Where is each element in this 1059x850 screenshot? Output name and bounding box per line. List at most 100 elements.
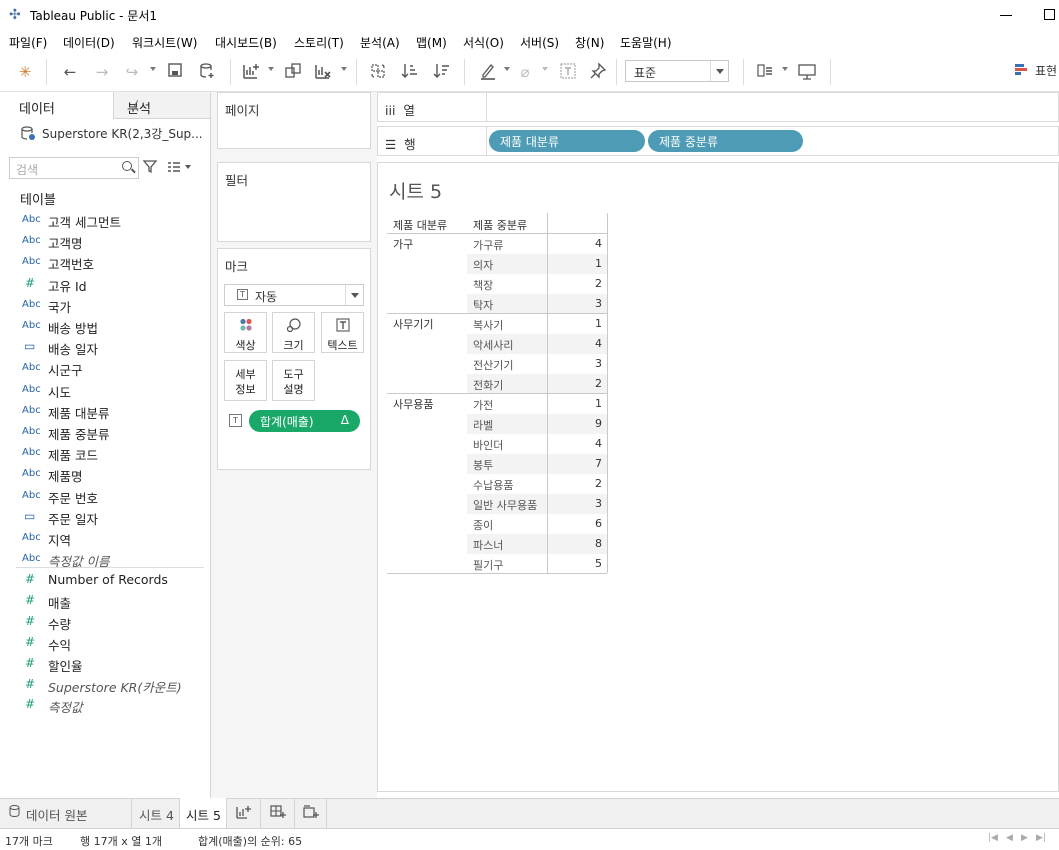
collapse-icon[interactable]: 〈 <box>127 97 204 114</box>
rows-pill-category[interactable]: 제품 대분류 <box>489 130 645 152</box>
menu-map[interactable]: 맵(M) <box>416 34 447 51</box>
group-members-icon[interactable]: ⌀ <box>515 62 535 82</box>
minimize-button[interactable] <box>998 6 1014 22</box>
table-row[interactable]: 라벨 9 <box>467 414 607 434</box>
table-row[interactable]: 의자 1 <box>467 254 607 274</box>
sum-sales-pill[interactable]: 합계(매출) Δ <box>249 410 360 432</box>
dimension-field[interactable]: # 고유 Id <box>20 274 205 294</box>
dimension-field[interactable]: ▭ 배송 일자 <box>20 337 205 357</box>
sort-descending-icon[interactable] <box>432 62 452 82</box>
next-page-icon[interactable]: ▶ <box>1021 833 1028 843</box>
first-page-icon[interactable]: |◀ <box>988 833 998 843</box>
view-options-icon[interactable] <box>166 160 191 176</box>
search-input[interactable]: 검색 <box>9 157 139 179</box>
presentation-icon[interactable] <box>755 62 777 82</box>
menu-server[interactable]: 서버(S) <box>520 34 559 51</box>
measure-field[interactable]: # 할인율 <box>20 654 205 674</box>
dimension-field[interactable]: Abc 제품 코드 <box>20 443 205 463</box>
table-row[interactable]: 가전 1 <box>467 394 607 414</box>
table-row[interactable]: 종이 6 <box>467 514 607 534</box>
undo-icon[interactable]: ← <box>60 62 80 82</box>
table-row[interactable]: 탁자 3 <box>467 294 607 314</box>
fit-dropdown[interactable]: 표준 <box>625 60 729 82</box>
measure-field[interactable]: # 수익 <box>20 633 205 653</box>
show-me-label[interactable]: 표현 <box>1035 62 1057 79</box>
dimension-field[interactable]: Abc 지역 <box>20 528 205 548</box>
pages-card[interactable]: 페이지 <box>217 92 371 149</box>
dimension-field[interactable]: Abc 시군구 <box>20 358 205 378</box>
table-row[interactable]: 수납용품 2 <box>467 474 607 494</box>
menu-help[interactable]: 도움말(H) <box>620 34 672 51</box>
swap-rows-columns-icon[interactable] <box>368 62 388 82</box>
dimension-field[interactable]: ▭ 주문 일자 <box>20 507 205 527</box>
dimension-field[interactable]: Abc 시도 <box>20 380 205 400</box>
measure-field[interactable]: # Number of Records <box>20 570 205 590</box>
table-row[interactable]: 전산기기 3 <box>467 354 607 374</box>
clear-sheet-icon[interactable] <box>312 62 334 82</box>
mark-type-dropdown[interactable]: T 자동 <box>224 284 364 306</box>
save-icon[interactable] <box>165 62 185 82</box>
tab-sheet-5[interactable]: 시트 5 <box>180 798 227 828</box>
datasource-name[interactable]: Superstore KR(2,3강_Sup... <box>42 125 203 142</box>
table-row[interactable]: 전화기 2 <box>467 374 607 394</box>
prev-page-icon[interactable]: ◀ <box>1006 833 1013 843</box>
tab-sheet-4[interactable]: 시트 4 <box>132 798 180 828</box>
columns-shelf[interactable]: iii 열 <box>377 92 1059 122</box>
table-row[interactable]: 바인더 4 <box>467 434 607 454</box>
color-button[interactable]: 색상 <box>224 312 267 353</box>
table-row[interactable]: 필기구 5 <box>467 554 607 574</box>
menu-analysis[interactable]: 분석(A) <box>360 34 400 51</box>
menu-data[interactable]: 데이터(D) <box>63 34 115 51</box>
dimension-field[interactable]: Abc 고객명 <box>20 231 205 251</box>
show-mark-labels-icon[interactable] <box>558 62 578 82</box>
measure-field[interactable]: # 수량 <box>20 612 205 632</box>
redo-icon[interactable]: → <box>92 62 112 82</box>
show-me-icon[interactable] <box>1014 62 1028 82</box>
menu-story[interactable]: 스토리(T) <box>294 34 344 51</box>
tooltip-button[interactable]: 도구 설명 <box>272 360 315 401</box>
size-button[interactable]: 크기 <box>272 312 315 353</box>
tab-analysis[interactable]: 분석 〈 <box>113 92 210 119</box>
dimension-field[interactable]: Abc 제품 대분류 <box>20 401 205 421</box>
dimension-field[interactable]: Abc 고객번호 <box>20 252 205 272</box>
tab-datasource[interactable]: 데이터 원본 <box>0 798 132 828</box>
dimension-field[interactable]: Abc 제품명 <box>20 464 205 484</box>
tableau-home-icon[interactable]: ✳ <box>15 62 35 82</box>
detail-button[interactable]: 세부 정보 <box>224 360 267 401</box>
sort-ascending-icon[interactable] <box>400 62 420 82</box>
new-worksheet-icon[interactable] <box>240 62 262 82</box>
dimension-field[interactable]: Abc 제품 중분류 <box>20 422 205 442</box>
table-row[interactable]: 복사기 1 <box>467 314 607 334</box>
rows-pill-subcategory[interactable]: 제품 중분류 <box>648 130 803 152</box>
presentation-mode-icon[interactable] <box>796 62 818 82</box>
tab-data[interactable]: 데이터 <box>0 92 113 119</box>
measure-field[interactable]: # 매출 <box>20 591 205 611</box>
dimension-field[interactable]: Abc 고객 세그먼트 <box>20 210 205 230</box>
measure-field[interactable]: # 측정값 <box>20 695 205 715</box>
menu-format[interactable]: 서식(O) <box>463 34 504 51</box>
filter-icon[interactable] <box>142 158 158 176</box>
new-worksheet-tab[interactable] <box>227 798 261 828</box>
filters-card[interactable]: 필터 <box>217 162 371 242</box>
text-button[interactable]: 텍스트 <box>321 312 364 353</box>
menu-window[interactable]: 창(N) <box>575 34 604 51</box>
menu-file[interactable]: 파일(F) <box>9 34 47 51</box>
dimension-field[interactable]: Abc 주문 번호 <box>20 486 205 506</box>
table-row[interactable]: 가구류 4 <box>467 234 607 254</box>
menu-dashboard[interactable]: 대시보드(B) <box>215 34 277 51</box>
new-dashboard-tab[interactable] <box>261 798 295 828</box>
table-row[interactable]: 책장 2 <box>467 274 607 294</box>
new-story-tab[interactable] <box>295 798 327 828</box>
dimension-field[interactable]: Abc 국가 <box>20 295 205 315</box>
measure-field[interactable]: # Superstore KR(카운트) <box>20 675 205 695</box>
highlight-icon[interactable] <box>478 62 498 82</box>
duplicate-icon[interactable] <box>282 62 304 82</box>
last-page-icon[interactable]: ▶| <box>1036 833 1046 843</box>
maximize-button[interactable] <box>1044 9 1055 20</box>
pin-icon[interactable] <box>588 62 608 82</box>
table-row[interactable]: 파스너 8 <box>467 534 607 554</box>
table-row[interactable]: 봉투 7 <box>467 454 607 474</box>
table-row[interactable]: 일반 사무용품 3 <box>467 494 607 514</box>
replay-icon[interactable]: ↪ <box>122 62 142 82</box>
dimension-field[interactable]: Abc 배송 방법 <box>20 316 205 336</box>
